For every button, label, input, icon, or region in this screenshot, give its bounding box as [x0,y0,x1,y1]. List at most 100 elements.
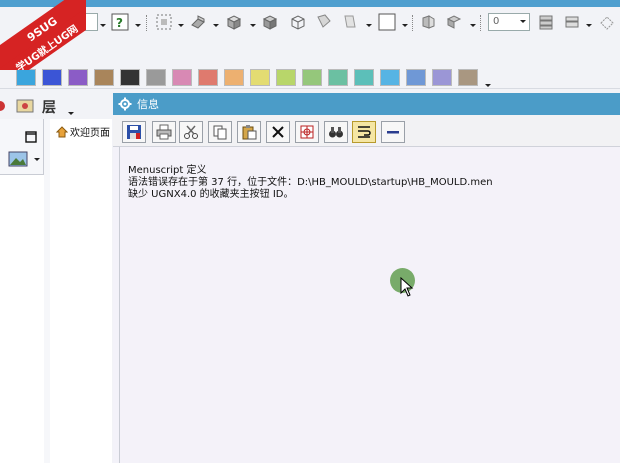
print-icon [156,124,172,140]
chevron-down-icon[interactable] [68,112,74,115]
face-analysis-button[interactable] [314,12,334,32]
chevron-down-icon[interactable] [100,24,106,27]
shaded-solid-icon [191,15,205,29]
info-window: 信息 Menuscript 定义 语法错误存在于第 37 行，位于文件：D:\H… [113,93,620,463]
binoculars-icon [329,127,343,138]
layer-settings-button[interactable] [562,12,582,32]
scissors-icon [184,125,198,139]
chevron-down-icon[interactable] [34,158,40,161]
layer-stack-icon [539,15,553,30]
wireframe-cube-icon [291,15,305,30]
translucency-button[interactable] [340,12,360,32]
move-layer-button[interactable] [597,12,617,32]
chevron-down-icon [520,20,526,23]
color-swatch[interactable] [94,69,114,86]
move-layer-icon [600,16,614,30]
toolbar-separator [480,15,481,31]
tree-item-welcome[interactable]: 欢迎页面 [56,124,110,139]
resource-tree: 欢迎页面 [50,119,112,463]
color-swatch[interactable] [146,69,166,86]
display-part-icon [16,99,34,113]
minimize-button[interactable] [381,121,405,143]
delete-button[interactable] [266,121,290,143]
color-swatch[interactable] [302,69,322,86]
color-swatch[interactable] [432,69,452,86]
resource-nav-list [0,174,44,463]
image-icon [8,151,28,167]
chevron-down-icon[interactable] [250,24,256,27]
delete-icon [272,126,284,138]
help-icon: ? [111,13,129,31]
color-swatch[interactable] [172,69,192,86]
info-window-title: 信息 [137,98,159,111]
minus-icon [387,131,399,134]
shaded-view-button[interactable] [188,12,208,32]
color-palette-toolbar [0,37,620,89]
layer-button-label[interactable]: 层 [42,97,56,117]
filter-combo-value: 0 [493,16,500,27]
color-swatch[interactable] [198,69,218,86]
record-button[interactable] [0,96,8,116]
clip-section-icon [446,15,462,29]
chevron-down-icon[interactable] [135,24,141,27]
color-swatch[interactable] [354,69,374,86]
layer-settings-icon [565,16,579,28]
maximize-button[interactable] [24,127,38,147]
print-button[interactable] [152,121,176,143]
chevron-down-icon[interactable] [470,24,476,27]
color-swatch[interactable] [224,69,244,86]
chevron-down-icon[interactable] [485,84,491,87]
color-swatch[interactable] [458,69,478,86]
info-line: 缺少 UGNX4.0 的收藏夹主按钮 ID。 [128,189,294,200]
word-wrap-button[interactable] [352,121,376,143]
chevron-down-icon[interactable] [402,24,408,27]
fit-view-button[interactable] [154,12,174,32]
help-button[interactable]: ? [110,12,130,32]
color-swatch[interactable] [276,69,296,86]
color-swatch[interactable] [380,69,400,86]
solid-cube-icon [262,15,278,30]
face-analysis-icon [317,14,331,28]
color-swatch[interactable] [328,69,348,86]
info-title-bar[interactable]: 信息 [113,93,620,115]
chevron-down-icon[interactable] [213,24,219,27]
solid-cube-button[interactable] [260,12,280,32]
section-view-button[interactable] [418,12,438,32]
clip-section-button[interactable] [444,12,464,32]
background-button[interactable] [376,12,398,32]
welcome-page-icon [56,125,68,137]
color-swatch[interactable] [68,69,88,86]
paste-button[interactable] [237,121,261,143]
word-wrap-icon [358,126,371,138]
tree-item-label: 欢迎页面 [70,128,110,139]
info-text-area[interactable]: Menuscript 定义 语法错误存在于第 37 行，位于文件：D:\HB_M… [119,147,620,463]
cut-button[interactable] [179,121,203,143]
layer-stack-button[interactable] [536,12,556,32]
background-color-icon [378,13,396,31]
chevron-down-icon[interactable] [178,24,184,27]
cube-view-button[interactable] [224,12,244,32]
filter-combo[interactable]: 0 [488,13,530,31]
copy-button[interactable] [208,121,232,143]
save-button[interactable] [122,121,146,143]
translucency-icon [344,15,356,28]
color-swatch[interactable] [42,69,62,86]
wireframe-button[interactable] [288,12,308,32]
toolbar-separator [146,15,147,31]
color-swatch[interactable] [16,69,36,86]
find-button[interactable] [295,121,319,143]
main-toolbar: ? 0 [0,7,620,37]
crosshair-icon [300,125,314,139]
search-button[interactable] [324,121,348,143]
color-swatch[interactable] [120,69,140,86]
display-part-button[interactable] [14,96,36,116]
image-gallery-button[interactable] [6,149,30,169]
copy-icon [213,125,227,140]
window-top-strip [0,0,620,7]
color-swatch[interactable] [250,69,270,86]
chevron-down-icon[interactable] [586,24,592,27]
toolbar-separator [412,15,413,31]
section-view-icon [422,15,435,29]
chevron-down-icon[interactable] [366,24,372,27]
color-swatch[interactable] [406,69,426,86]
